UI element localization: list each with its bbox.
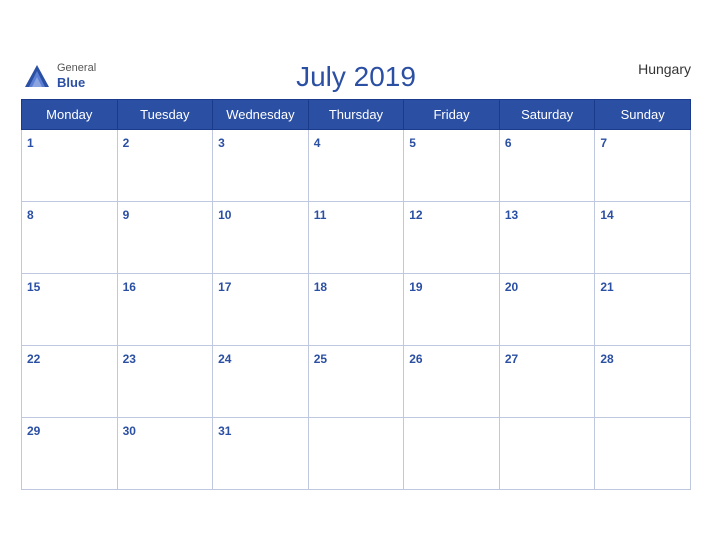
date-number: 24 xyxy=(218,352,231,366)
calendar-cell: 10 xyxy=(213,201,309,273)
calendar-cell: 9 xyxy=(117,201,213,273)
calendar-cell: 17 xyxy=(213,273,309,345)
date-number: 9 xyxy=(123,208,130,222)
calendar-cell: 11 xyxy=(308,201,404,273)
weekday-header-row: Monday Tuesday Wednesday Thursday Friday… xyxy=(22,99,691,129)
date-number: 11 xyxy=(314,208,327,222)
date-number: 7 xyxy=(600,136,607,150)
calendar-cell: 28 xyxy=(595,345,691,417)
calendar-cell: 26 xyxy=(404,345,500,417)
date-number: 31 xyxy=(218,424,231,438)
logo-blue-text: Blue xyxy=(57,75,96,91)
week-row-4: 22 23 24 25 26 27 28 xyxy=(22,345,691,417)
date-number: 15 xyxy=(27,280,40,294)
calendar-wrapper: General Blue July 2019 Hungary Monday Tu… xyxy=(11,51,701,500)
date-number: 14 xyxy=(600,208,613,222)
date-number: 21 xyxy=(600,280,613,294)
date-number: 28 xyxy=(600,352,613,366)
calendar-cell: 27 xyxy=(499,345,595,417)
date-number: 8 xyxy=(27,208,34,222)
date-number: 19 xyxy=(409,280,422,294)
country-label: Hungary xyxy=(638,61,691,77)
header-wednesday: Wednesday xyxy=(213,99,309,129)
date-number: 25 xyxy=(314,352,327,366)
week-row-3: 15 16 17 18 19 20 21 xyxy=(22,273,691,345)
date-number: 1 xyxy=(27,136,34,150)
date-number: 6 xyxy=(505,136,512,150)
calendar-title: July 2019 xyxy=(21,61,691,93)
calendar-cell: 16 xyxy=(117,273,213,345)
calendar-cell xyxy=(499,417,595,489)
date-number: 26 xyxy=(409,352,422,366)
header-monday: Monday xyxy=(22,99,118,129)
calendar-cell: 19 xyxy=(404,273,500,345)
logo-area: General Blue xyxy=(21,61,96,93)
calendar-cell: 29 xyxy=(22,417,118,489)
calendar-table: Monday Tuesday Wednesday Thursday Friday… xyxy=(21,99,691,490)
calendar-cell: 3 xyxy=(213,129,309,201)
week-row-2: 8 9 10 11 12 13 14 xyxy=(22,201,691,273)
header-saturday: Saturday xyxy=(499,99,595,129)
date-number: 12 xyxy=(409,208,422,222)
calendar-cell: 23 xyxy=(117,345,213,417)
calendar-cell: 6 xyxy=(499,129,595,201)
date-number: 13 xyxy=(505,208,518,222)
logo-general-text: General xyxy=(57,62,96,75)
calendar-cell: 8 xyxy=(22,201,118,273)
week-row-1: 1 2 3 4 5 6 7 xyxy=(22,129,691,201)
calendar-cell: 31 xyxy=(213,417,309,489)
date-number: 20 xyxy=(505,280,518,294)
calendar-cell: 15 xyxy=(22,273,118,345)
date-number: 5 xyxy=(409,136,416,150)
calendar-cell: 22 xyxy=(22,345,118,417)
calendar-cell: 30 xyxy=(117,417,213,489)
header-thursday: Thursday xyxy=(308,99,404,129)
calendar-cell: 20 xyxy=(499,273,595,345)
calendar-cell: 2 xyxy=(117,129,213,201)
date-number: 17 xyxy=(218,280,231,294)
calendar-cell xyxy=(308,417,404,489)
calendar-cell: 4 xyxy=(308,129,404,201)
logo-words: General Blue xyxy=(57,62,96,91)
calendar-cell xyxy=(595,417,691,489)
calendar-cell: 1 xyxy=(22,129,118,201)
date-number: 23 xyxy=(123,352,136,366)
week-row-5: 29 30 31 xyxy=(22,417,691,489)
logo-icon xyxy=(21,61,53,93)
date-number: 4 xyxy=(314,136,321,150)
calendar-cell: 13 xyxy=(499,201,595,273)
header-sunday: Sunday xyxy=(595,99,691,129)
calendar-cell: 25 xyxy=(308,345,404,417)
calendar-cell: 5 xyxy=(404,129,500,201)
date-number: 16 xyxy=(123,280,136,294)
header-friday: Friday xyxy=(404,99,500,129)
calendar-header: General Blue July 2019 Hungary xyxy=(21,61,691,93)
date-number: 10 xyxy=(218,208,231,222)
calendar-cell: 18 xyxy=(308,273,404,345)
date-number: 27 xyxy=(505,352,518,366)
date-number: 30 xyxy=(123,424,136,438)
calendar-cell: 24 xyxy=(213,345,309,417)
calendar-cell: 21 xyxy=(595,273,691,345)
date-number: 22 xyxy=(27,352,40,366)
calendar-cell xyxy=(404,417,500,489)
calendar-cell: 14 xyxy=(595,201,691,273)
date-number: 18 xyxy=(314,280,327,294)
logo-container: General Blue xyxy=(21,61,96,93)
header-tuesday: Tuesday xyxy=(117,99,213,129)
date-number: 2 xyxy=(123,136,130,150)
calendar-cell: 7 xyxy=(595,129,691,201)
date-number: 29 xyxy=(27,424,40,438)
date-number: 3 xyxy=(218,136,225,150)
calendar-cell: 12 xyxy=(404,201,500,273)
